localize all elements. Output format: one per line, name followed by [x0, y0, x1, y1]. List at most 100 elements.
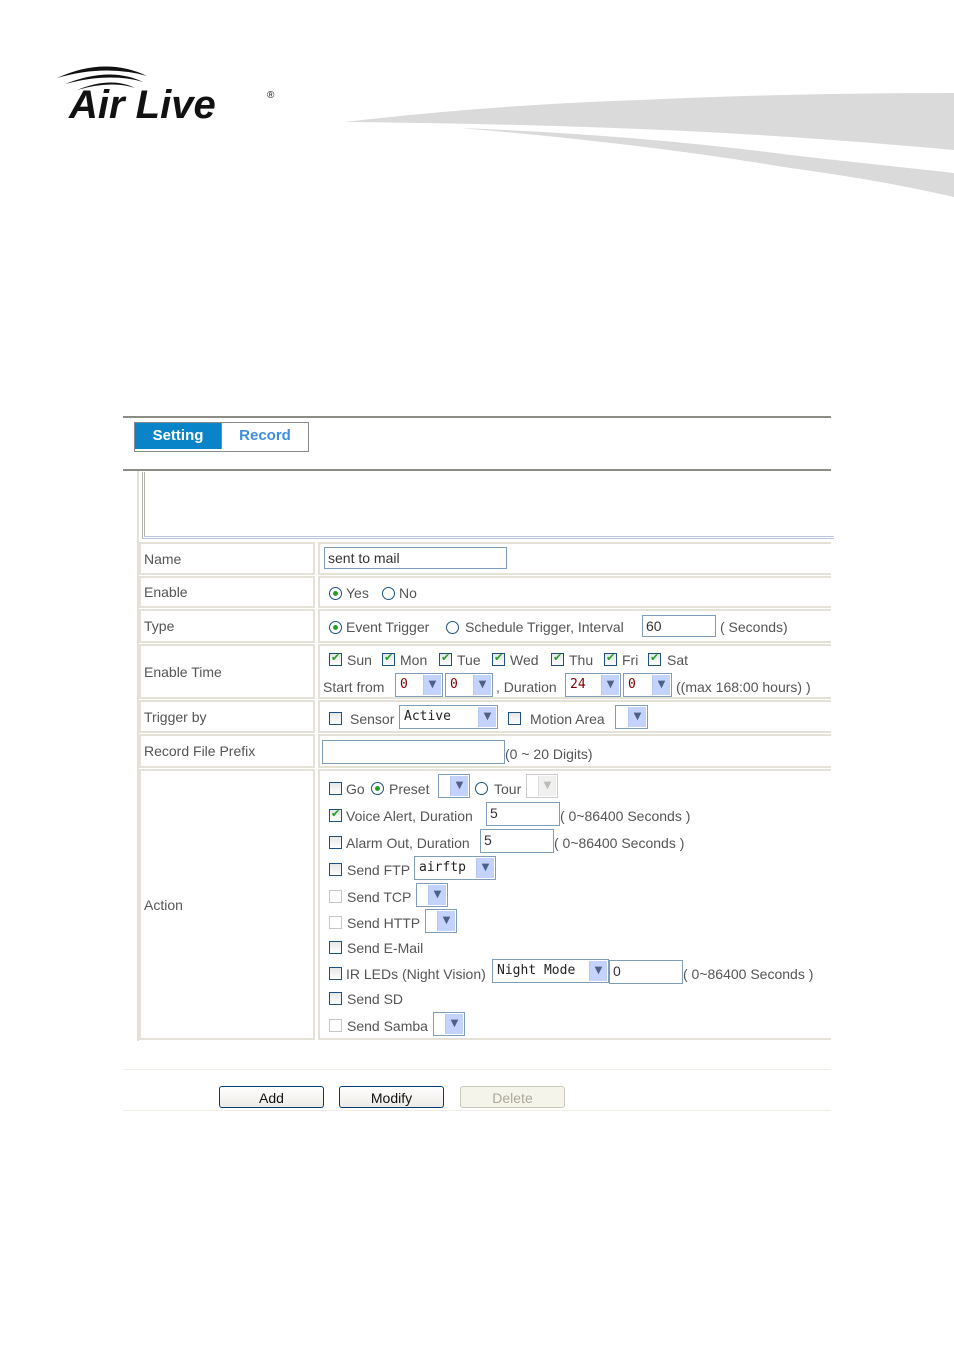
start-hour-select[interactable]: 0 ▼ — [395, 673, 443, 697]
motion-area-checkbox[interactable] — [508, 712, 521, 725]
trigger-by-value-cell: Sensor Active ▼ Motion Area ▼ — [318, 700, 831, 733]
row-action: Action Go Preset ▼ Tour ▼ Voice Alert, D… — [139, 769, 831, 1040]
name-value-cell: sent to mail — [318, 542, 831, 575]
airlive-logo: Air Live ® — [57, 66, 275, 127]
sensor-label: Sensor — [350, 711, 395, 727]
chevron-down-icon: ▼ — [601, 675, 619, 695]
tab-divider — [123, 469, 831, 471]
start-hour-value: 0 — [400, 677, 408, 692]
send-ftp-checkbox[interactable] — [329, 863, 342, 876]
enable-label: Enable — [139, 576, 315, 608]
alarm-out-label: Alarm Out, Duration — [346, 835, 470, 851]
record-file-prefix-value-cell: (0 ~ 20 Digits) — [318, 734, 831, 768]
sensor-checkbox[interactable] — [329, 712, 342, 725]
day-sat-checkbox[interactable] — [648, 651, 661, 666]
event-trigger-radio[interactable] — [329, 621, 342, 634]
day-thu-label: Thu — [569, 652, 594, 668]
alarm-out-checkbox[interactable] — [329, 836, 342, 849]
event-list-box[interactable] — [142, 472, 834, 539]
duration-minute-value: 0 — [628, 677, 636, 692]
enable-no-label: No — [399, 585, 417, 601]
send-ftp-label: Send FTP — [347, 862, 411, 878]
record-file-prefix-input[interactable] — [322, 740, 505, 764]
logo-text: Air Live — [68, 83, 216, 127]
voice-alert-checkbox[interactable] — [329, 807, 342, 822]
send-samba-select[interactable]: ▼ — [433, 1012, 465, 1036]
action-value-cell: Go Preset ▼ Tour ▼ Voice Alert, Duration… — [318, 769, 831, 1040]
alarm-out-duration-input[interactable]: 5 — [480, 829, 554, 853]
type-value-cell: Event Trigger Schedule Trigger, Interval… — [318, 609, 831, 643]
enable-yes-radio[interactable] — [329, 587, 342, 600]
send-sd-checkbox[interactable] — [329, 992, 342, 1005]
go-label: Go — [346, 781, 365, 797]
chevron-down-icon: ▼ — [423, 675, 441, 695]
day-fri-label: Fri — [622, 652, 639, 668]
row-enable-time: Enable Time Sun Mon Tue Wed Thu Fri Sat … — [139, 644, 831, 699]
record-file-prefix-label: Record File Prefix — [139, 734, 315, 768]
alarm-out-hint: ( 0~86400 Seconds ) — [554, 835, 685, 851]
schedule-trigger-radio[interactable] — [446, 621, 459, 634]
day-mon-checkbox[interactable] — [382, 651, 395, 666]
max-duration-note: ((max 168:00 hours) ) — [676, 679, 811, 695]
day-fri-checkbox[interactable] — [604, 651, 617, 666]
chevron-down-icon: ▼ — [478, 707, 496, 727]
duration-hour-select[interactable]: 24 ▼ — [565, 673, 621, 697]
tab-record[interactable]: Record — [222, 423, 308, 449]
trigger-by-label: Trigger by — [139, 700, 315, 733]
delete-button[interactable]: Delete — [460, 1086, 565, 1108]
day-tue-checkbox[interactable] — [439, 651, 452, 666]
chevron-down-icon: ▼ — [473, 675, 491, 695]
send-http-select[interactable]: ▼ — [425, 909, 457, 933]
name-label: Name — [139, 542, 315, 575]
send-samba-label: Send Samba — [347, 1018, 428, 1034]
top-divider — [123, 416, 831, 418]
name-input[interactable]: sent to mail — [324, 547, 507, 569]
ir-leds-mode-value: Night Mode — [497, 963, 576, 978]
tour-select[interactable]: ▼ — [526, 774, 558, 798]
day-wed-checkbox[interactable] — [492, 651, 505, 666]
preset-radio[interactable] — [371, 782, 384, 795]
ir-leds-checkbox[interactable] — [329, 967, 342, 980]
ir-leds-mode-select[interactable]: Night Mode ▼ — [492, 959, 609, 983]
motion-area-select[interactable]: ▼ — [615, 705, 648, 729]
tour-radio[interactable] — [475, 782, 488, 795]
ir-leds-hint: ( 0~86400 Seconds ) — [683, 966, 814, 982]
enable-no-radio[interactable] — [382, 587, 395, 600]
chevron-down-icon: ▼ — [628, 707, 646, 727]
enable-time-value-cell: Sun Mon Tue Wed Thu Fri Sat Start from 0… — [318, 644, 831, 699]
send-email-checkbox[interactable] — [329, 941, 342, 954]
tab-setting[interactable]: Setting — [135, 423, 222, 449]
button-bar-bottom-divider — [123, 1110, 831, 1111]
duration-label: , Duration — [496, 679, 557, 695]
send-http-checkbox[interactable] — [329, 916, 342, 929]
ir-leds-duration-input[interactable]: 0 — [609, 960, 683, 984]
send-ftp-server-value: airftp — [419, 860, 466, 875]
voice-alert-duration-input[interactable]: 5 — [486, 802, 560, 826]
send-samba-checkbox[interactable] — [329, 1019, 342, 1032]
day-thu-checkbox[interactable] — [551, 651, 564, 666]
add-button[interactable]: Add — [219, 1086, 324, 1108]
chevron-down-icon: ▼ — [652, 675, 670, 695]
preset-select[interactable]: ▼ — [438, 774, 470, 798]
send-http-label: Send HTTP — [347, 915, 421, 931]
send-ftp-server-select[interactable]: airftp ▼ — [414, 856, 496, 880]
event-trigger-label: Event Trigger — [346, 619, 430, 635]
duration-minute-select[interactable]: 0 ▼ — [623, 673, 672, 697]
registered-mark: ® — [267, 90, 275, 101]
go-checkbox[interactable] — [329, 782, 342, 795]
start-minute-value: 0 — [450, 677, 458, 692]
voice-alert-hint: ( 0~86400 Seconds ) — [560, 808, 691, 824]
send-tcp-checkbox[interactable] — [329, 890, 342, 903]
row-trigger-by: Trigger by Sensor Active ▼ Motion Area ▼ — [139, 700, 831, 733]
interval-input[interactable]: 60 — [642, 615, 716, 637]
start-minute-select[interactable]: 0 ▼ — [445, 673, 493, 697]
day-mon-label: Mon — [400, 652, 428, 668]
header-swoosh-graphic — [345, 93, 954, 197]
send-tcp-select[interactable]: ▼ — [416, 883, 448, 907]
ir-leds-label: IR LEDs (Night Vision) — [346, 966, 486, 982]
chevron-down-icon: ▼ — [476, 858, 494, 878]
sensor-mode-select[interactable]: Active ▼ — [399, 705, 498, 729]
modify-button[interactable]: Modify — [339, 1086, 444, 1108]
day-sun-checkbox[interactable] — [329, 651, 342, 666]
type-label: Type — [139, 609, 315, 643]
